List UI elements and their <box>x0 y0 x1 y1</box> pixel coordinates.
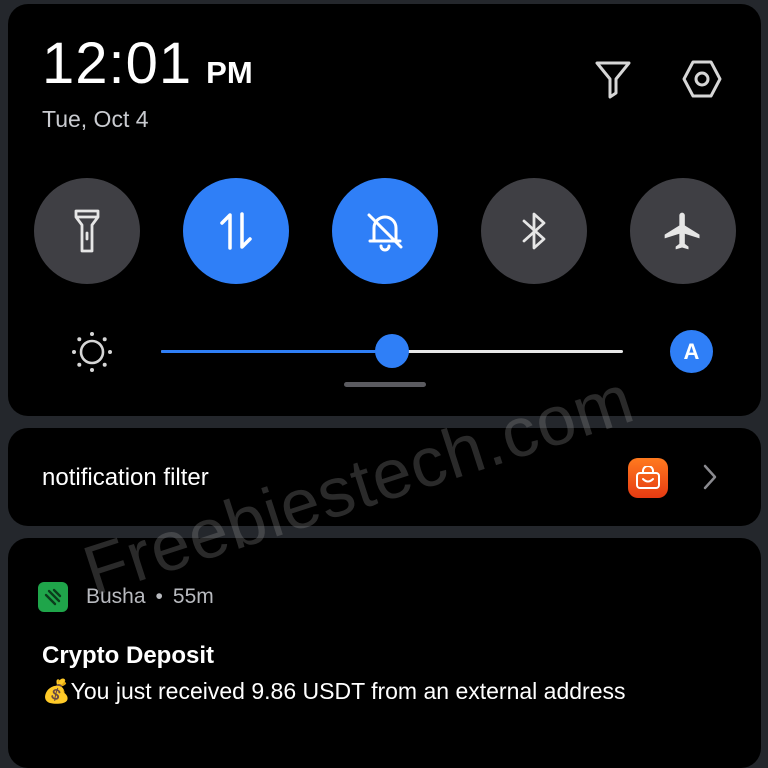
busha-app-icon <box>38 582 68 612</box>
notification-filter-card[interactable]: notification filter <box>8 428 761 526</box>
quick-settings-panel: 12:01 PM Tue, Oct 4 A <box>8 4 761 416</box>
notification-app-name: Busha <box>86 585 146 608</box>
flashlight-toggle[interactable] <box>34 178 140 284</box>
notification-body: 💰You just received 9.86 USDT from an ext… <box>42 678 626 704</box>
bell-off-icon <box>367 213 403 252</box>
brightness-fill <box>161 350 392 353</box>
clock-ampm: PM <box>206 55 253 90</box>
brightness-row: A <box>8 330 761 374</box>
clock: 12:01 PM <box>42 30 253 97</box>
chevron-right-icon[interactable] <box>700 462 720 497</box>
clock-time: 12:01 <box>42 31 193 96</box>
bluetooth-toggle[interactable] <box>481 178 587 284</box>
sun-icon <box>70 330 114 379</box>
airplane-icon <box>664 212 700 250</box>
do-not-disturb-toggle[interactable] <box>332 178 438 284</box>
filter-icon[interactable] <box>588 54 638 104</box>
auto-brightness-button[interactable]: A <box>670 330 713 373</box>
brightness-slider[interactable] <box>161 334 623 368</box>
shopping-app-icon <box>628 458 668 498</box>
notification-header: Busha • 55m <box>38 582 214 612</box>
bluetooth-icon <box>522 212 546 250</box>
flashlight-icon <box>74 209 100 253</box>
notification-filter-label: notification filter <box>42 464 209 491</box>
mobile-data-toggle[interactable] <box>183 178 289 284</box>
airplane-mode-toggle[interactable] <box>630 178 736 284</box>
notification-title: Crypto Deposit <box>42 642 215 669</box>
notification-time: 55m <box>172 585 214 608</box>
settings-icon[interactable] <box>677 54 727 104</box>
data-arrows-icon <box>220 212 252 250</box>
expand-handle[interactable] <box>344 382 426 387</box>
quick-tiles-row <box>34 178 736 284</box>
brightness-thumb[interactable] <box>375 334 409 368</box>
date-label: Tue, Oct 4 <box>42 106 149 132</box>
separator-dot: • <box>155 585 163 608</box>
notification-card[interactable]: Busha • 55m Crypto Deposit 💰You just rec… <box>8 538 761 768</box>
